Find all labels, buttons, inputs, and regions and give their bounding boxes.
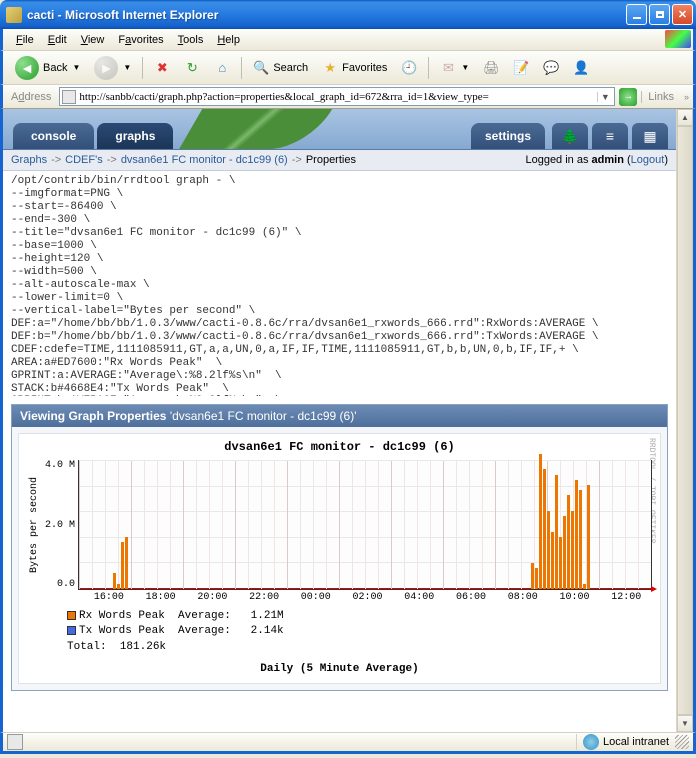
address-label: Address	[7, 91, 55, 103]
home-icon: ⌂	[214, 60, 230, 76]
url-input[interactable]	[79, 91, 597, 103]
window-title: cacti - Microsoft Internet Explorer	[27, 8, 624, 22]
panel-heading: Viewing Graph Properties 'dvsan6e1 FC mo…	[12, 405, 667, 427]
status-page-icon	[7, 734, 23, 750]
history-icon: 🕘	[401, 60, 417, 76]
chevron-down-icon: ▼	[461, 63, 469, 72]
search-icon: 🔍	[253, 60, 269, 76]
maximize-button[interactable]	[649, 4, 670, 25]
preview-view-button[interactable]: ▦	[632, 123, 668, 149]
chart-xaxis: 16:0018:0020:0022:0000:0002:0004:0006:00…	[83, 592, 652, 603]
chevron-down-icon: ▼	[123, 63, 131, 72]
ie-logo-icon	[665, 30, 691, 48]
graph-image: RRDTOOL / TOBI OETIKER dvsan6e1 FC monit…	[18, 433, 661, 684]
list-view-button[interactable]: ≡	[592, 123, 628, 149]
menu-view[interactable]: View	[74, 32, 112, 48]
tree-view-button[interactable]: 🌲	[552, 123, 588, 149]
url-dropdown[interactable]: ▼	[597, 92, 612, 102]
refresh-icon: ↻	[184, 60, 200, 76]
star-icon: ★	[322, 60, 338, 76]
security-zone[interactable]: Local intranet	[576, 734, 675, 750]
rrd-command-text: /opt/contrib/bin/rrdtool graph - \ --img…	[3, 171, 676, 396]
scrollbar-thumb[interactable]	[677, 126, 693, 715]
breadcrumb-monitor[interactable]: dvsan6e1 FC monitor - dc1c99 (6)	[121, 154, 288, 166]
scroll-up-button[interactable]: ▲	[677, 109, 693, 126]
back-label: Back	[43, 62, 67, 74]
breadcrumb-graphs[interactable]: Graphs	[11, 154, 47, 166]
tab-graphs[interactable]: graphs	[97, 123, 173, 149]
chevron-down-icon: ▼	[72, 63, 80, 72]
breadcrumb-cdefs[interactable]: CDEF's	[65, 154, 103, 166]
close-button[interactable]: ✕	[672, 4, 693, 25]
links-label[interactable]: Links	[641, 91, 680, 103]
print-icon: 🖨	[483, 60, 499, 76]
messenger-icon: 👤	[573, 60, 589, 76]
history-button[interactable]: 🕘	[395, 56, 423, 80]
url-field[interactable]: ▼	[59, 87, 615, 106]
menu-favorites[interactable]: Favorites	[111, 32, 170, 48]
intranet-icon	[583, 734, 599, 750]
edit-icon: 📝	[513, 60, 529, 76]
refresh-button[interactable]: ↻	[178, 56, 206, 80]
mail-icon: ✉	[440, 60, 456, 76]
print-button[interactable]: 🖨	[477, 56, 505, 80]
tab-settings[interactable]: settings	[471, 123, 545, 149]
chart-caption: Daily (5 Minute Average)	[27, 655, 652, 675]
menu-help[interactable]: Help	[210, 32, 247, 48]
page-icon	[62, 90, 76, 104]
chart-legend: Rx Words Peak Average: 1.21M Tx Words Pe…	[67, 609, 652, 655]
favorites-button[interactable]: ★Favorites	[316, 56, 393, 80]
menu-file[interactable]: File	[9, 32, 41, 48]
go-button[interactable]: →	[619, 88, 637, 106]
discuss-icon: 💬	[543, 60, 559, 76]
scroll-down-button[interactable]: ▼	[677, 715, 693, 732]
zone-label: Local intranet	[603, 736, 669, 748]
window-titlebar: cacti - Microsoft Internet Explorer ✕	[0, 0, 696, 29]
stop-icon: ✖	[154, 60, 170, 76]
menu-edit[interactable]: Edit	[41, 32, 74, 48]
search-button[interactable]: 🔍Search	[247, 56, 314, 80]
chart-yaxis: 4.0 M 2.0 M 0.0	[42, 460, 78, 590]
forward-icon: ►	[94, 56, 118, 80]
cacti-header: console graphs settings 🌲 ≡ ▦	[3, 109, 676, 149]
login-status: Logged in as admin (Logout)	[525, 154, 668, 166]
app-icon	[6, 7, 22, 23]
graph-properties-panel: Viewing Graph Properties 'dvsan6e1 FC mo…	[11, 404, 668, 691]
menubar: File Edit View Favorites Tools Help	[0, 29, 696, 51]
edit-button[interactable]: 📝	[507, 56, 535, 80]
back-button[interactable]: ◄ Back ▼	[9, 52, 86, 84]
resize-grip[interactable]	[675, 735, 689, 749]
addressbar: Address ▼ → Links »	[0, 85, 696, 109]
mail-button[interactable]: ✉▼	[434, 56, 475, 80]
logout-link[interactable]: Logout	[631, 154, 665, 166]
stop-button[interactable]: ✖	[148, 56, 176, 80]
menu-tools[interactable]: Tools	[171, 32, 211, 48]
forward-button[interactable]: ► ▼	[88, 52, 137, 84]
tab-console[interactable]: console	[13, 123, 94, 149]
statusbar: Local intranet	[0, 732, 696, 754]
breadcrumb-current: Properties	[306, 154, 356, 166]
discuss-button[interactable]: 💬	[537, 56, 565, 80]
minimize-button[interactable]	[626, 4, 647, 25]
home-button[interactable]: ⌂	[208, 56, 236, 80]
chart-plot	[78, 460, 652, 590]
messenger-button[interactable]: 👤	[567, 56, 595, 80]
chart-ylabel: Bytes per second	[27, 460, 42, 590]
toolbar: ◄ Back ▼ ► ▼ ✖ ↻ ⌂ 🔍Search ★Favorites 🕘 …	[0, 51, 696, 85]
vertical-scrollbar[interactable]: ▲ ▼	[676, 109, 693, 732]
back-icon: ◄	[15, 56, 39, 80]
cacti-logo-swoosh	[179, 109, 337, 149]
breadcrumb: Graphs -> CDEF's -> dvsan6e1 FC monitor …	[3, 149, 676, 171]
